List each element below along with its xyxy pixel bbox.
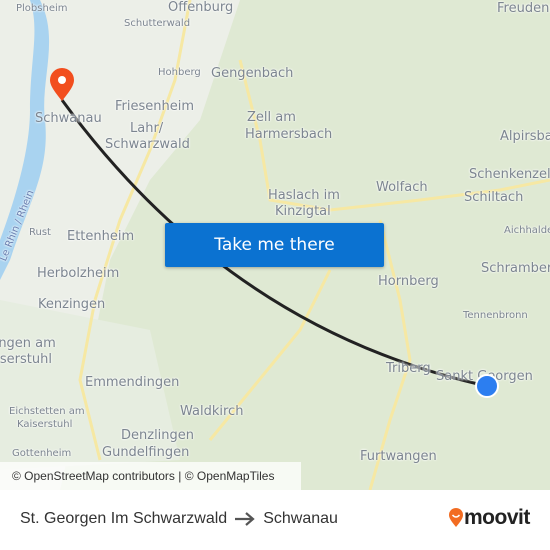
origin-name: St. Georgen Im Schwarzwald <box>20 510 228 527</box>
map-label: Freudenstadt <box>497 1 550 16</box>
map-label: Alpirsbach <box>500 129 550 144</box>
map-label: Harmersbach <box>245 127 333 142</box>
map-label: Schenkenzell <box>469 167 550 182</box>
map-label: Triberg <box>386 361 431 376</box>
map-label: Kenzingen <box>38 297 106 312</box>
destination-name: Schwanau <box>263 510 338 527</box>
map-label: Gengenbach <box>211 66 294 81</box>
map-label: Wolfach <box>376 180 428 195</box>
map-label: Gundelfingen <box>102 445 190 460</box>
map-label: Kaiserstuhl <box>17 419 73 430</box>
map-label: Ettenheim <box>67 229 135 244</box>
map-label: Schramberg <box>481 261 550 276</box>
map-label: Rust <box>29 227 51 238</box>
map-label: Hohberg <box>158 67 201 78</box>
map-label: Offenburg <box>168 0 234 15</box>
map-attribution[interactable]: © OpenStreetMap contributors | © OpenMap… <box>0 462 301 490</box>
map-label: Schwanau <box>35 111 102 126</box>
map-label: Friesenheim <box>115 99 195 114</box>
map-label: Schiltach <box>464 190 524 205</box>
map-label: Emmendingen <box>85 375 180 390</box>
map-label: Lahr/ <box>130 121 164 136</box>
take-me-there-button[interactable]: Take me there <box>165 223 384 267</box>
map-label: Tennenbronn <box>463 310 528 321</box>
map[interactable]: Plobsheim Schutterwald Hohberg Gengenbac… <box>0 0 550 490</box>
map-label: Endingen am <box>0 336 56 351</box>
map-label: Zell am <box>247 110 296 125</box>
arrow-right-icon <box>235 512 255 526</box>
map-label: Waldkirch <box>180 404 244 419</box>
map-label: Furtwangen <box>360 449 437 464</box>
brand-name: moovit <box>464 506 530 529</box>
map-label: Kinzigtal <box>275 204 331 219</box>
route-summary: St. Georgen Im Schwarzwald Schwanau <box>20 510 338 528</box>
map-label: Aichhalden <box>504 225 550 236</box>
map-label: Plobsheim <box>16 3 68 14</box>
moovit-pin-icon <box>449 508 463 527</box>
map-label: Kaiserstuhl <box>0 352 52 367</box>
map-label: Schutterwald <box>124 18 191 29</box>
map-label: Sankt Georgen <box>436 369 533 384</box>
map-label: Gottenheim <box>12 448 72 459</box>
map-label: Herbolzheim <box>37 266 120 281</box>
map-label: Eichstetten am <box>9 406 85 417</box>
moovit-logo: moovit <box>448 506 530 530</box>
map-label: Haslach im <box>268 188 340 203</box>
map-label: Denzlingen <box>121 428 195 443</box>
map-label: Hornberg <box>378 274 439 289</box>
map-label: Schwarzwald <box>105 137 190 152</box>
